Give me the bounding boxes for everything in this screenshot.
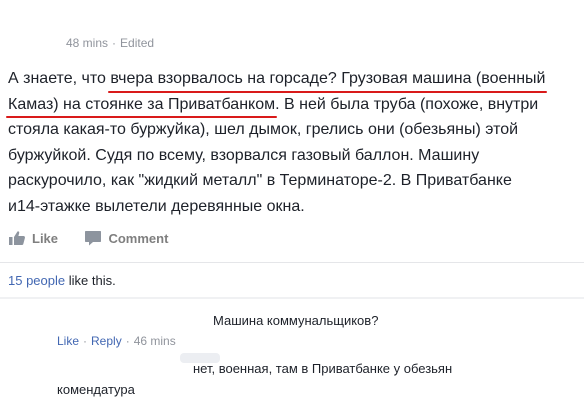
comment-time[interactable]: 46 mins bbox=[134, 334, 176, 348]
likes-count-link[interactable]: 15 people bbox=[8, 273, 65, 288]
likes-summary: 15 people like this. bbox=[8, 273, 116, 288]
post-line-4: буржуйкой. Судя по всему, взорвался газо… bbox=[8, 146, 480, 164]
post-line-5: раскурочило, как "жидкий металл" в Терми… bbox=[8, 172, 512, 189]
highlighted-text: вчера взорвалось на горсаде? Грузовая ма… bbox=[108, 66, 548, 92]
speech-bubble-icon bbox=[84, 230, 102, 246]
post-line-3: стояла какая-то буржуйка), шел дымок, гр… bbox=[8, 121, 519, 138]
thumbs-up-icon bbox=[8, 230, 26, 246]
like-label: Like bbox=[32, 230, 59, 246]
meta-separator: · bbox=[112, 36, 117, 50]
post-meta: 48 mins · Edited bbox=[66, 36, 154, 50]
post-line-6: и14-этажке вылетели деревянные окна. bbox=[8, 197, 305, 215]
comment-actions: Like · Reply · 46 mins bbox=[57, 334, 176, 348]
post-timestamp[interactable]: 48 mins bbox=[66, 36, 108, 50]
comment-reply-link[interactable]: Reply bbox=[91, 334, 122, 348]
comment-text: нет, военная, там в Приватбанке у обезья… bbox=[193, 361, 453, 376]
post-actions: Like Comment bbox=[8, 230, 190, 254]
comment-label: Comment bbox=[108, 230, 169, 246]
post-text-fragment: . В ней была труба (похоже, внутри bbox=[275, 95, 539, 113]
highlighted-text: Камаз) на стоянке за Приватбанком bbox=[5, 92, 278, 118]
post-body: А знаете, что вчера взорвалось на горсад… bbox=[5, 66, 580, 219]
comments-divider bbox=[0, 297, 584, 299]
comment-text-continued: комендатура bbox=[57, 382, 135, 397]
post-line-1: А знаете, что вчера взорвалось на горсад… bbox=[8, 66, 580, 92]
comment-like-link[interactable]: Like bbox=[57, 334, 79, 348]
post-line-2: Камаз) на стоянке за Приватбанком. В ней… bbox=[5, 92, 580, 118]
separator: · bbox=[83, 334, 88, 348]
separator: · bbox=[125, 334, 130, 348]
divider bbox=[0, 262, 584, 263]
like-button[interactable]: Like bbox=[8, 230, 58, 246]
edited-label[interactable]: Edited bbox=[120, 36, 154, 50]
likes-suffix: like this. bbox=[65, 273, 116, 288]
comment-text: Машина коммунальщиков? bbox=[213, 313, 379, 328]
post-text-fragment: А знаете, что bbox=[8, 70, 111, 87]
comment-button[interactable]: Comment bbox=[84, 230, 168, 246]
